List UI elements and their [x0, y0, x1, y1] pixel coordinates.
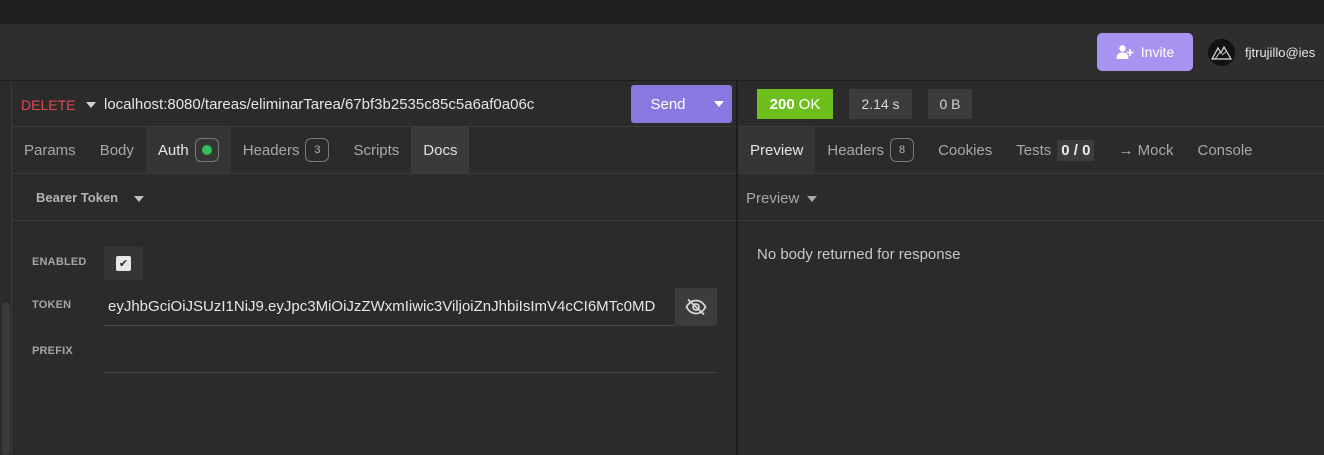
response-pane: 200 OK 2.14 s 0 B Preview Headers 8 Cook…: [738, 81, 1324, 455]
response-headers-count-badge: 8: [890, 138, 915, 162]
tests-score: 0 / 0: [1057, 139, 1095, 161]
url-caret-icon[interactable]: [86, 102, 96, 108]
empty-response-message: No body returned for response: [757, 246, 961, 263]
divider: [738, 220, 1324, 221]
tab-mock[interactable]: → Mock: [1106, 127, 1185, 173]
url-input[interactable]: localhost:8080/tareas/eliminarTarea/67bf…: [104, 96, 534, 113]
tab-params[interactable]: Params: [12, 127, 88, 173]
tab-auth[interactable]: Auth: [145, 127, 231, 173]
status-badge: 200 OK: [757, 89, 833, 119]
method-selector[interactable]: DELETE: [21, 97, 75, 113]
chevron-down-icon: [713, 101, 724, 107]
prefix-label: PREFIX: [32, 345, 73, 357]
preview-mode-selector[interactable]: Preview: [746, 190, 818, 207]
tab-body[interactable]: Body: [88, 127, 146, 173]
tab-console[interactable]: Console: [1185, 127, 1264, 173]
tab-label: Auth: [157, 141, 189, 159]
tab-label: → Mock: [1118, 141, 1174, 159]
auth-enabled-badge: [194, 138, 219, 162]
tab-label: Cookies: [938, 141, 993, 159]
invite-button[interactable]: Invite: [1097, 33, 1193, 71]
status-text: OK: [798, 95, 821, 113]
send-options-button[interactable]: [705, 85, 732, 123]
tab-label: Headers: [242, 141, 300, 159]
tab-headers[interactable]: Headers 3: [231, 127, 342, 173]
tab-response-headers[interactable]: Headers 8: [815, 127, 926, 173]
token-label: TOKEN: [32, 299, 72, 311]
tab-label: Docs: [423, 141, 458, 159]
tab-label: Console: [1197, 141, 1253, 159]
status-dot-icon: [201, 145, 212, 155]
request-tabs: Params Body Auth Headers 3 Scripts Docs: [12, 127, 736, 174]
tab-scripts[interactable]: Scripts: [341, 127, 411, 173]
tab-label: Preview: [750, 141, 804, 159]
tab-label: Tests: [1016, 141, 1052, 159]
tab-label: Scripts: [353, 141, 400, 159]
scrollbar-thumb[interactable]: [2, 303, 10, 455]
send-button[interactable]: Send: [631, 85, 732, 123]
chevron-down-icon: [134, 196, 144, 202]
url-bar: DELETE localhost:8080/tareas/eliminarTar…: [12, 81, 736, 127]
add-user-icon: [1116, 45, 1134, 59]
response-size: 0 B: [928, 89, 972, 119]
enabled-checkbox[interactable]: ✔: [104, 247, 143, 280]
prefix-input[interactable]: [104, 334, 717, 373]
auth-type-label: Bearer Token: [36, 190, 119, 205]
enabled-label: ENABLED: [32, 256, 87, 268]
avatar-image: [1208, 39, 1235, 66]
response-tabs: Preview Headers 8 Cookies Tests 0 / 0 → …: [738, 127, 1324, 174]
user-email[interactable]: fjtrujillo@ies: [1245, 45, 1315, 60]
title-bar: [0, 0, 1324, 24]
status-code: 200: [769, 95, 795, 113]
response-time: 2.14 s: [849, 89, 912, 119]
headers-count-badge: 3: [305, 138, 330, 162]
tab-label: Headers: [827, 141, 885, 159]
request-pane: DELETE localhost:8080/tareas/eliminarTar…: [0, 81, 737, 455]
preview-mode-label: Preview: [746, 190, 800, 207]
check-icon: ✔: [116, 256, 131, 271]
tab-docs[interactable]: Docs: [411, 127, 470, 173]
tab-label: Params: [24, 141, 76, 159]
avatar[interactable]: [1208, 39, 1235, 66]
token-input[interactable]: eyJhbGciOiJSUzI1NiJ9.eyJpc3MiOiJzZWxmIiw…: [104, 288, 675, 326]
response-status-row: 200 OK 2.14 s 0 B: [738, 81, 1324, 127]
left-gutter: [0, 81, 12, 455]
invite-label: Invite: [1140, 44, 1175, 60]
tab-tests[interactable]: Tests 0 / 0: [1004, 127, 1106, 173]
toggle-visibility-button[interactable]: [675, 288, 717, 326]
send-label: Send: [650, 95, 686, 113]
eye-off-icon: [685, 298, 707, 316]
tab-preview[interactable]: Preview: [738, 127, 816, 173]
tab-cookies[interactable]: Cookies: [926, 127, 1004, 173]
top-header: Invite fjtrujillo@ies: [0, 24, 1324, 81]
tab-label: Body: [99, 141, 134, 159]
chevron-down-icon: [807, 195, 818, 202]
auth-type-selector[interactable]: Bearer Token: [12, 174, 736, 221]
